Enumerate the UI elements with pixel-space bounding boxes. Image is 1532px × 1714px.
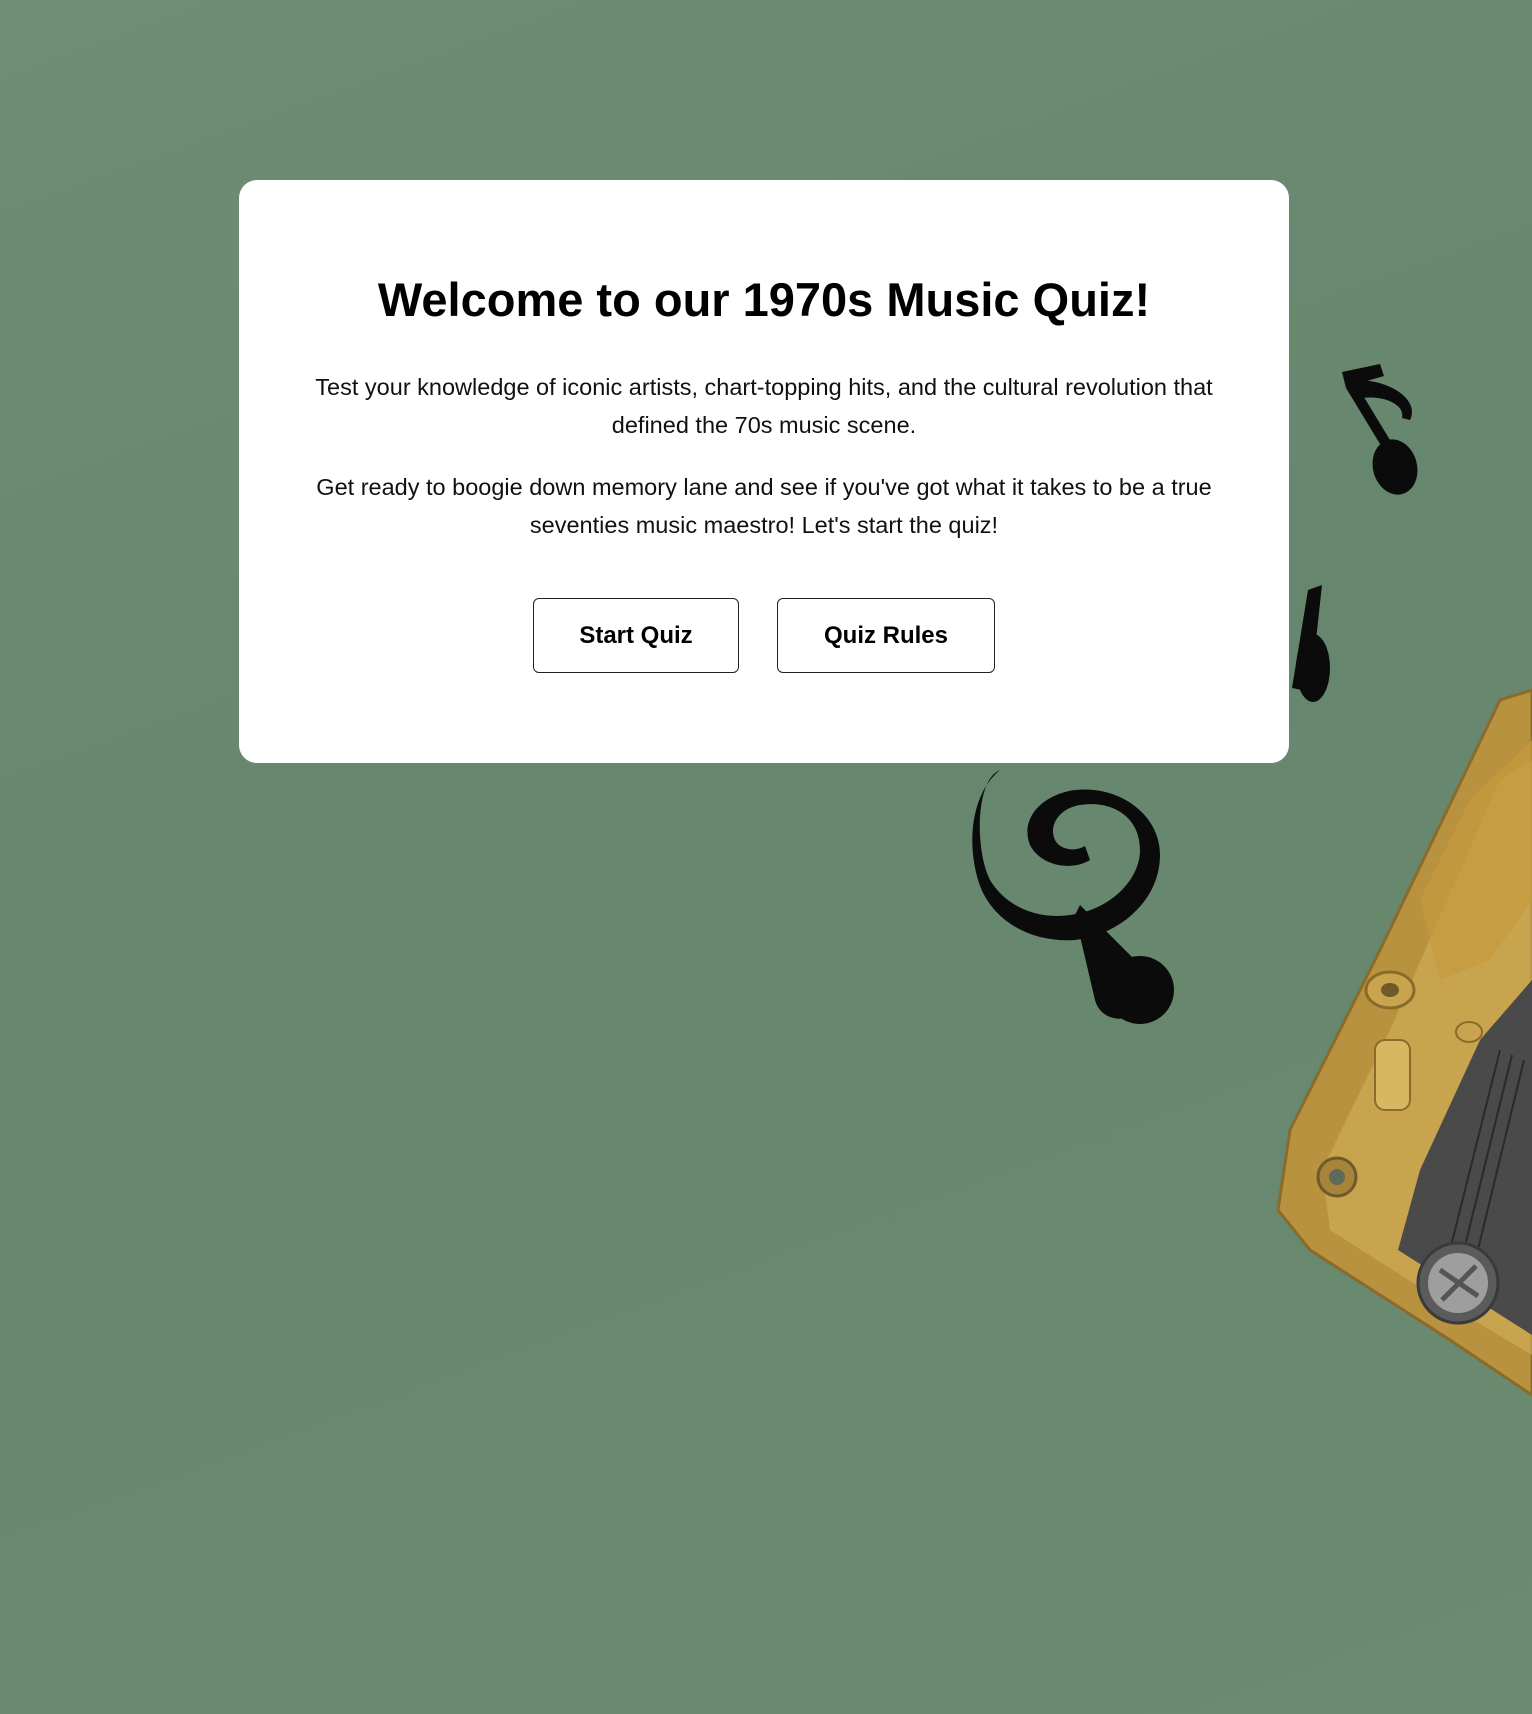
- music-box-mechanism: [1276, 688, 1532, 1397]
- quiz-rules-button[interactable]: Quiz Rules: [777, 598, 995, 674]
- invite-text: Get ready to boogie down memory lane and…: [316, 474, 1212, 539]
- action-buttons: Start Quiz Quiz Rules: [299, 598, 1229, 674]
- start-quiz-button[interactable]: Start Quiz: [533, 598, 739, 674]
- eighth-note-icon: [1292, 585, 1330, 702]
- treble-clef-icon: [972, 770, 1174, 1024]
- welcome-card: Welcome to our 1970s Music Quiz! Test yo…: [239, 180, 1289, 763]
- intro-text: Test your knowledge of iconic artists, c…: [315, 374, 1213, 439]
- page-title: Welcome to our 1970s Music Quiz!: [377, 273, 1151, 326]
- eighth-note-icon: [1342, 364, 1418, 495]
